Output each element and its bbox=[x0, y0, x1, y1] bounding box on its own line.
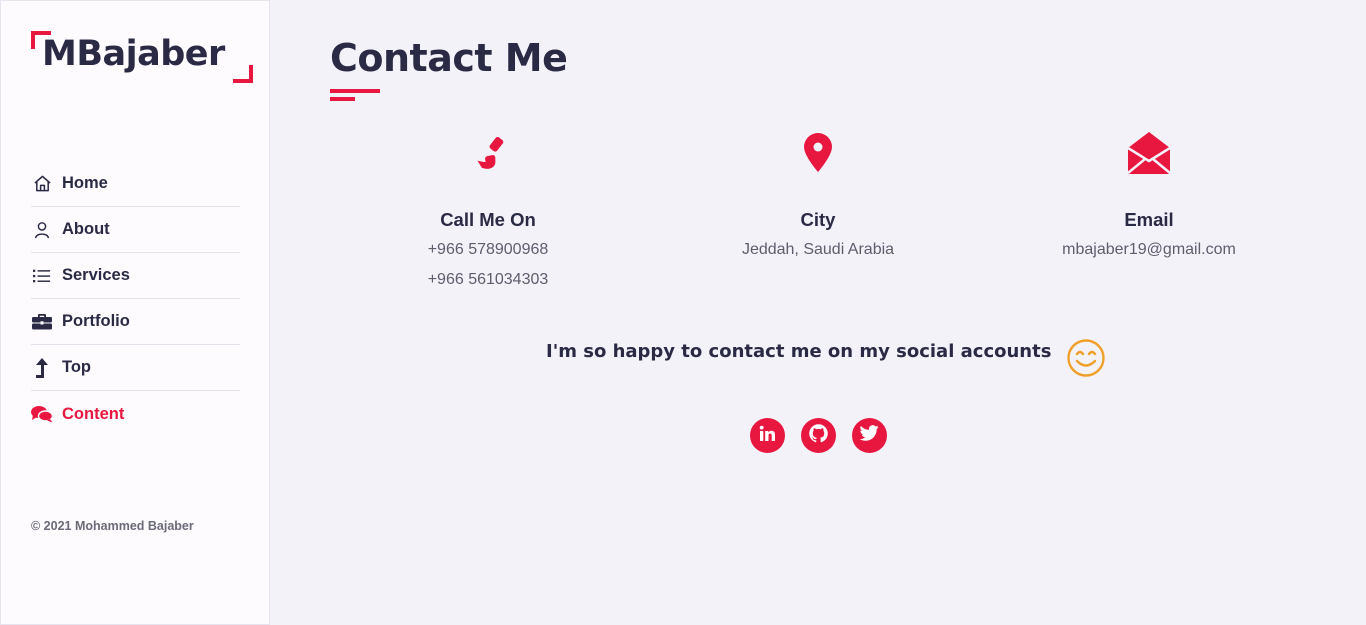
twitter-link[interactable] bbox=[852, 418, 887, 453]
chat-icon bbox=[31, 403, 53, 425]
github-link[interactable] bbox=[801, 418, 836, 453]
sidebar-item-services[interactable]: Services bbox=[31, 253, 240, 299]
sidebar-item-top[interactable]: Top bbox=[31, 345, 240, 391]
sidebar-item-portfolio[interactable]: Portfolio bbox=[31, 299, 240, 345]
copyright-text: © 2021 Mohammed Bajaber bbox=[31, 519, 194, 533]
title-underline-short bbox=[330, 97, 355, 101]
home-icon bbox=[31, 173, 53, 195]
logo-text: MBajaber bbox=[42, 34, 225, 74]
list-icon bbox=[31, 265, 53, 287]
sidebar-item-label: Home bbox=[62, 174, 108, 192]
logo-corner-bottom-right bbox=[233, 65, 253, 83]
briefcase-icon bbox=[31, 311, 53, 333]
social-message: I'm so happy to contact me on my social … bbox=[546, 341, 1052, 362]
main-content: Contact Me Call Me On +966 578900968 +96… bbox=[270, 0, 1366, 625]
contact-phone: Call Me On +966 578900968 +966 561034303 bbox=[368, 128, 608, 291]
smile-icon bbox=[1066, 338, 1106, 378]
sidebar-item-label: About bbox=[62, 220, 110, 238]
sidebar-item-label: Top bbox=[62, 358, 92, 376]
email-address[interactable]: mbajaber19@gmail.com bbox=[1029, 239, 1269, 261]
sidebar-item-label: Services bbox=[62, 266, 130, 284]
sidebar-item-content[interactable]: Content bbox=[31, 391, 240, 437]
contact-email-title: Email bbox=[1124, 209, 1174, 230]
linkedin-icon bbox=[759, 425, 776, 447]
twitter-icon bbox=[859, 425, 879, 446]
contact-email: Email mbajaber19@gmail.com bbox=[1029, 128, 1269, 261]
github-icon bbox=[808, 423, 829, 449]
city-name: Jeddah, Saudi Arabia bbox=[741, 241, 895, 258]
page-title: Contact Me bbox=[330, 36, 568, 80]
user-icon bbox=[31, 219, 53, 241]
sidebar-item-label: Content bbox=[62, 404, 125, 423]
contact-city-title: City bbox=[800, 209, 836, 230]
contact-phone-title: Call Me On bbox=[440, 209, 536, 230]
arrow-up-icon bbox=[31, 357, 53, 379]
map-pin-icon bbox=[698, 128, 938, 178]
title-underline bbox=[330, 89, 380, 93]
sidebar-item-label: Portfolio bbox=[62, 312, 130, 330]
envelope-open-icon bbox=[1029, 128, 1269, 178]
phone-icon bbox=[368, 128, 608, 178]
social-links bbox=[750, 418, 887, 453]
sidebar-nav: Home About Services Portfolio Top Conten… bbox=[31, 161, 240, 437]
sidebar-item-about[interactable]: About bbox=[31, 207, 240, 253]
sidebar: MBajaber Home About Services Portfolio T… bbox=[0, 0, 270, 625]
logo[interactable]: MBajaber bbox=[31, 31, 253, 83]
sidebar-item-home[interactable]: Home bbox=[31, 161, 240, 207]
phone-number-1[interactable]: +966 578900968 bbox=[368, 239, 608, 261]
contact-city: City Jeddah, Saudi Arabia bbox=[698, 128, 938, 261]
phone-number-2[interactable]: +966 561034303 bbox=[368, 269, 608, 291]
linkedin-link[interactable] bbox=[750, 418, 785, 453]
